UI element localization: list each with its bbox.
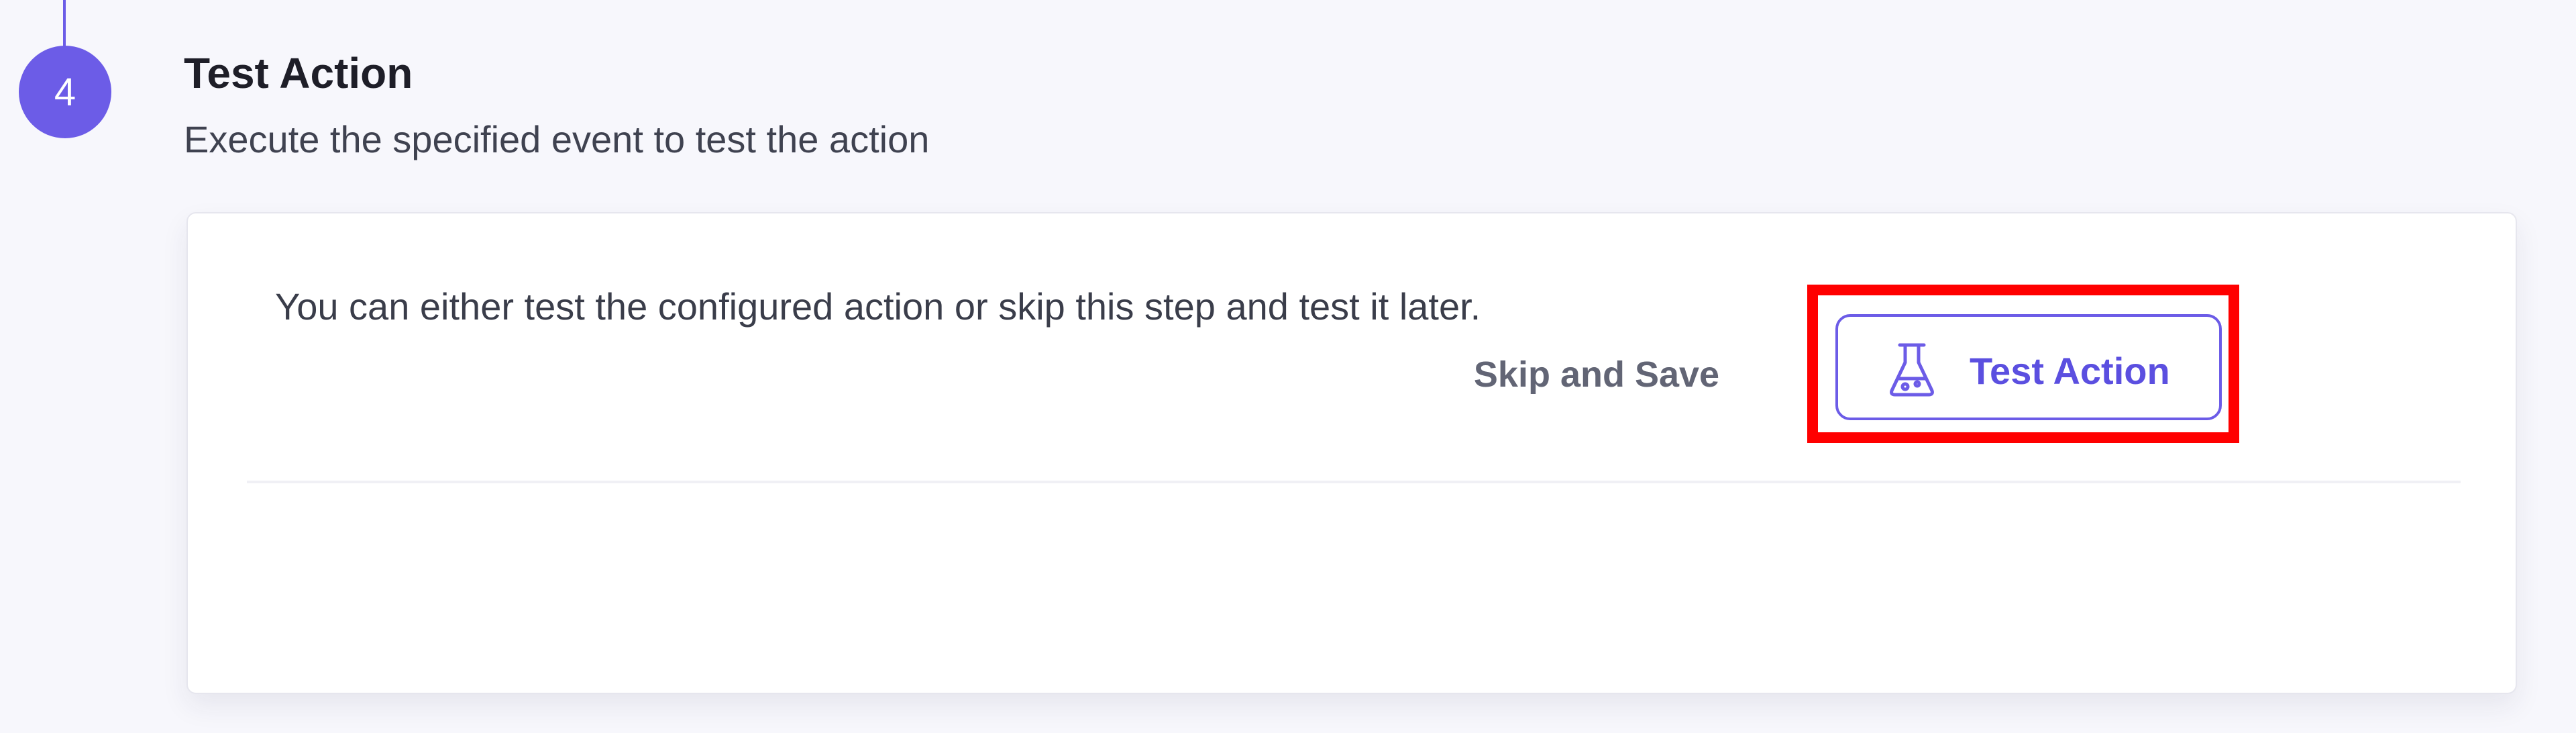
test-action-label: Test Action	[1970, 350, 2170, 392]
test-action-button[interactable]: Test Action	[1835, 314, 2222, 420]
step-connector-line	[63, 0, 66, 48]
test-action-card: You can either test the configured actio…	[186, 212, 2517, 694]
step-number-badge: 4	[19, 46, 111, 138]
flask-icon	[1885, 341, 1939, 399]
card-message: You can either test the configured actio…	[275, 285, 1481, 328]
card-divider	[247, 481, 2461, 483]
skip-and-save-button[interactable]: Skip and Save	[1442, 341, 1751, 408]
step-subtitle: Execute the specified event to test the …	[184, 118, 930, 160]
page: 4 Test Action Execute the specified even…	[0, 0, 2576, 733]
step-title: Test Action	[184, 49, 413, 97]
